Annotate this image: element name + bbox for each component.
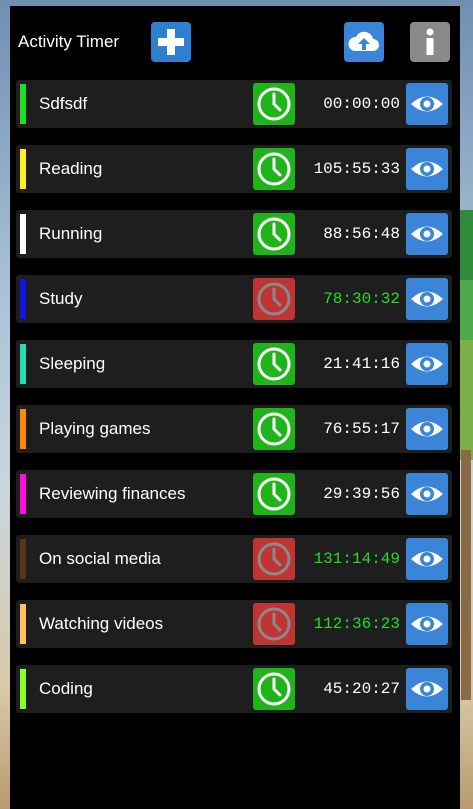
app-title: Activity Timer (18, 32, 120, 51)
activity-row[interactable]: On social media 131:14:49 (16, 535, 452, 583)
start-timer-button[interactable] (253, 213, 295, 255)
activity-time: 112:36:23 (313, 615, 400, 633)
stop-timer-button[interactable] (253, 603, 295, 645)
activity-time: 76:55:17 (323, 420, 400, 438)
add-activity-button[interactable] (151, 22, 191, 62)
eye-icon (411, 421, 443, 437)
activity-row[interactable]: Playing games 76:55:17 (16, 405, 452, 453)
activity-name: On social media (39, 549, 161, 568)
clock-icon (257, 152, 291, 186)
eye-icon (411, 96, 443, 112)
activity-row[interactable]: Study 78:30:32 (16, 275, 452, 323)
clock-icon (257, 412, 291, 446)
eye-icon (411, 681, 443, 697)
activity-time: 00:00:00 (323, 95, 400, 113)
stop-timer-button[interactable] (253, 538, 295, 580)
info-icon (426, 28, 434, 55)
view-activity-button[interactable] (406, 668, 448, 710)
activity-row[interactable]: Sleeping 21:41:16 (16, 340, 452, 388)
view-activity-button[interactable] (406, 83, 448, 125)
activity-color-strip (20, 279, 26, 319)
clock-icon (257, 282, 291, 316)
eye-icon (411, 616, 443, 632)
activity-time: 131:14:49 (313, 550, 400, 568)
activity-time: 105:55:33 (313, 160, 400, 178)
stop-timer-button[interactable] (253, 278, 295, 320)
start-timer-button[interactable] (253, 83, 295, 125)
info-button[interactable] (410, 22, 450, 62)
clock-icon (257, 477, 291, 511)
eye-icon (411, 551, 443, 567)
header: Activity Timer (10, 6, 460, 76)
activity-color-strip (20, 149, 26, 189)
activity-time: 29:39:56 (323, 485, 400, 503)
view-activity-button[interactable] (406, 538, 448, 580)
activity-time: 45:20:27 (323, 680, 400, 698)
activity-row[interactable]: Reviewing finances 29:39:56 (16, 470, 452, 518)
view-activity-button[interactable] (406, 473, 448, 515)
clock-icon (257, 542, 291, 576)
activity-color-strip (20, 604, 26, 644)
activity-name: Study (39, 289, 83, 308)
cloud-upload-icon (348, 31, 379, 51)
start-timer-button[interactable] (253, 668, 295, 710)
activity-name: Coding (39, 679, 93, 698)
activity-row[interactable]: Sdfsdf 00:00:00 (16, 80, 452, 128)
activity-color-strip (20, 409, 26, 449)
clock-icon (257, 347, 291, 381)
clock-icon (257, 217, 291, 251)
clock-icon (257, 87, 291, 121)
activity-name: Watching videos (39, 614, 164, 633)
eye-icon (411, 291, 443, 307)
main-panel: Activity Timer Sdfsdf 00:00:00 Reading 1… (10, 6, 460, 809)
activity-row[interactable]: Running 88:56:48 (16, 210, 452, 258)
activity-name: Sdfsdf (39, 94, 88, 113)
activity-name: Sleeping (39, 354, 106, 373)
start-timer-button[interactable] (253, 473, 295, 515)
activity-time: 88:56:48 (323, 225, 400, 243)
eye-icon (411, 356, 443, 372)
start-timer-button[interactable] (253, 408, 295, 450)
activity-color-strip (20, 474, 26, 514)
view-activity-button[interactable] (406, 148, 448, 190)
activity-row[interactable]: Watching videos 112:36:23 (16, 600, 452, 648)
start-timer-button[interactable] (253, 343, 295, 385)
activity-name: Reading (39, 159, 103, 178)
activity-color-strip (20, 344, 26, 384)
activity-name: Running (39, 224, 103, 243)
activity-row[interactable]: Reading 105:55:33 (16, 145, 452, 193)
eye-icon (411, 226, 443, 242)
view-activity-button[interactable] (406, 343, 448, 385)
activity-name: Playing games (39, 419, 151, 438)
activity-color-strip (20, 669, 26, 709)
activity-color-strip (20, 84, 26, 124)
activity-name: Reviewing finances (39, 484, 186, 503)
activity-time: 78:30:32 (323, 290, 400, 308)
view-activity-button[interactable] (406, 213, 448, 255)
activity-color-strip (20, 214, 26, 254)
eye-icon (411, 486, 443, 502)
activity-time: 21:41:16 (323, 355, 400, 373)
activity-color-strip (20, 539, 26, 579)
clock-icon (257, 607, 291, 641)
clock-icon (257, 672, 291, 706)
eye-icon (411, 161, 443, 177)
activity-row[interactable]: Coding 45:20:27 (16, 665, 452, 713)
plus-icon (158, 29, 184, 55)
view-activity-button[interactable] (406, 408, 448, 450)
upload-button[interactable] (344, 22, 384, 62)
view-activity-button[interactable] (406, 278, 448, 320)
view-activity-button[interactable] (406, 603, 448, 645)
start-timer-button[interactable] (253, 148, 295, 190)
